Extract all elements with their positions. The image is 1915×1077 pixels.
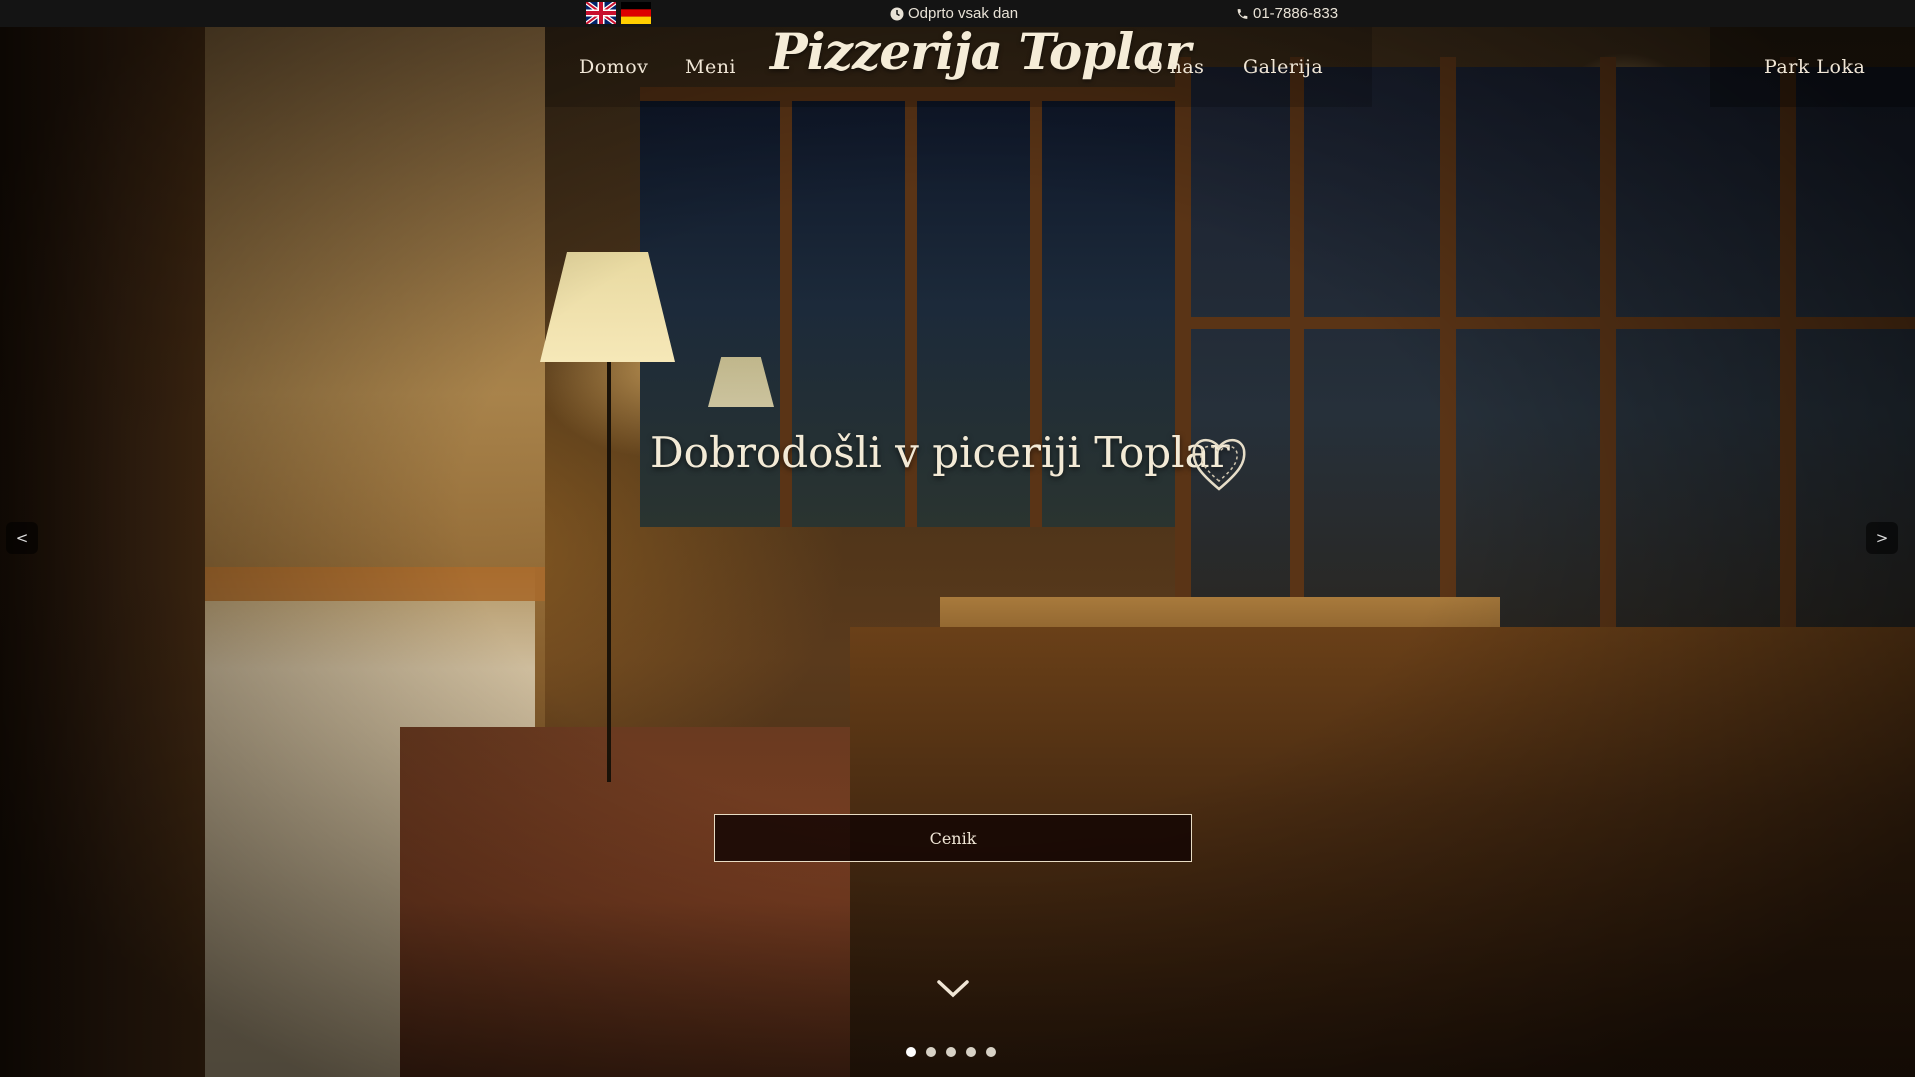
slider-dots: [906, 1047, 996, 1057]
opening-hours-text: Odprto vsak dan: [908, 5, 1019, 22]
slider-dot[interactable]: [966, 1047, 976, 1057]
vignette: [0, 27, 1915, 1077]
nav-menu-link[interactable]: Meni: [685, 56, 736, 78]
top-info-bar: Odprto vsak dan 01-7886-833: [0, 0, 1915, 27]
price-list-button[interactable]: Cenik: [714, 814, 1192, 862]
site-logo[interactable]: Pizzerija Toplar: [770, 22, 1191, 81]
de-flag-icon[interactable]: [621, 2, 651, 24]
opening-hours: Odprto vsak dan: [890, 0, 1018, 27]
phone-number-text: 01-7886-833: [1253, 5, 1339, 22]
slider-prev-button[interactable]: <: [6, 522, 38, 554]
clock-icon: [890, 7, 904, 20]
chevron-down-icon[interactable]: [936, 978, 970, 1000]
phone-number[interactable]: 01-7886-833: [1236, 0, 1338, 27]
nav-park-loka-link[interactable]: Park Loka: [1764, 56, 1865, 78]
slider-next-button[interactable]: >: [1866, 522, 1898, 554]
uk-flag-icon[interactable]: [586, 2, 616, 24]
hero-title: Dobrodošli v piceriji Toplar: [650, 428, 1230, 477]
hero-background-photo: [0, 27, 1915, 1077]
phone-icon: [1237, 8, 1248, 19]
heart-icon: [1192, 438, 1246, 491]
slider-dot[interactable]: [946, 1047, 956, 1057]
nav-about-link[interactable]: O nas: [1147, 56, 1204, 78]
nav-home-link[interactable]: Domov: [579, 56, 648, 78]
slider-dot[interactable]: [906, 1047, 916, 1057]
slider-dot[interactable]: [926, 1047, 936, 1057]
slider-dot[interactable]: [986, 1047, 996, 1057]
nav-gallery-link[interactable]: Galerija: [1243, 56, 1323, 78]
